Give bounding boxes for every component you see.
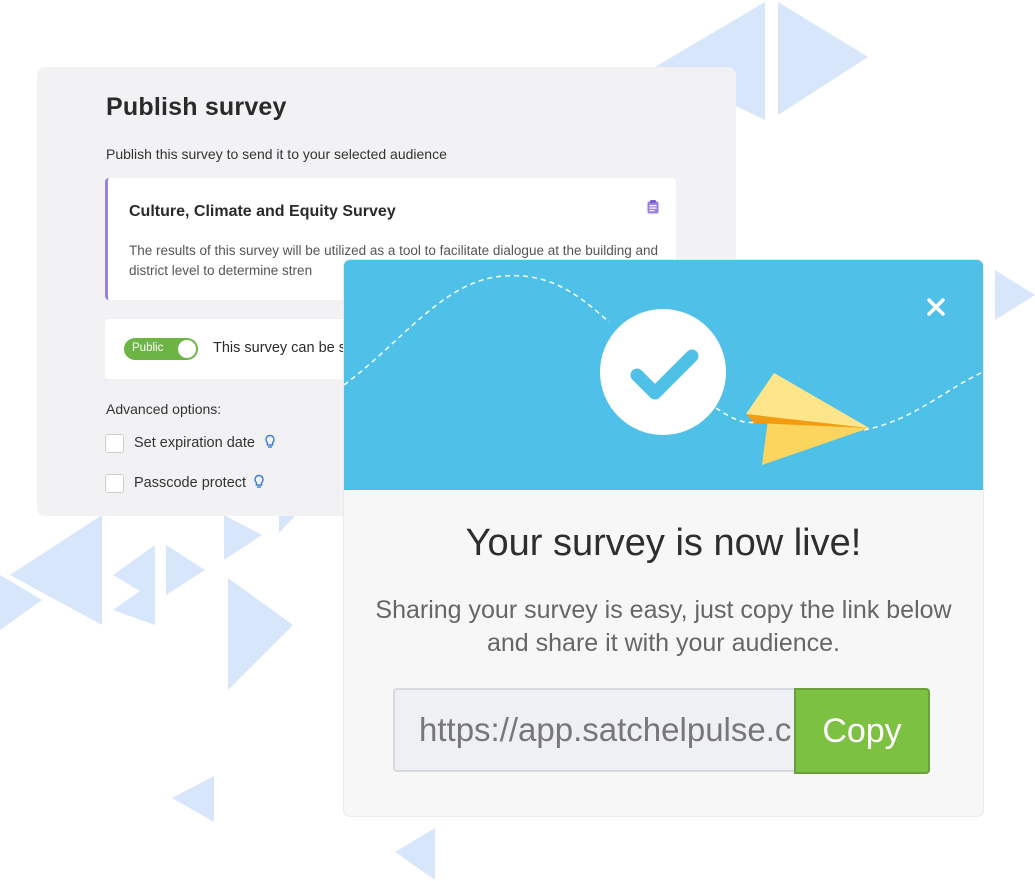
lightbulb-icon[interactable]	[264, 434, 276, 451]
advanced-options-label: Advanced options:	[106, 401, 222, 417]
success-banner	[344, 260, 983, 490]
copy-button[interactable]: Copy	[794, 688, 930, 774]
expiration-checkbox[interactable]	[105, 434, 124, 453]
check-icon	[600, 309, 726, 435]
toggle-label: Public	[132, 342, 164, 354]
toggle-knob	[178, 340, 196, 358]
survey-live-modal: Your survey is now live! Sharing your su…	[344, 260, 983, 816]
banner-illustration	[344, 274, 983, 465]
visibility-text: This survey can be sh	[213, 340, 355, 356]
modal-heading: Your survey is now live!	[465, 522, 862, 564]
expiration-label: Set expiration date	[134, 435, 255, 451]
survey-link-input[interactable]	[395, 690, 794, 770]
paper-plane-icon	[746, 373, 869, 465]
page-title: Publish survey	[106, 93, 287, 121]
lightbulb-icon[interactable]	[253, 474, 265, 491]
clipboard-icon[interactable]	[647, 200, 659, 214]
close-icon[interactable]	[924, 295, 948, 319]
public-toggle[interactable]: Public	[124, 338, 198, 360]
survey-name: Culture, Climate and Equity Survey	[129, 203, 396, 220]
survey-link-field[interactable]	[393, 688, 794, 772]
passcode-checkbox[interactable]	[105, 474, 124, 493]
publish-description: Publish this survey to send it to your s…	[106, 146, 447, 162]
passcode-label: Passcode protect	[134, 475, 247, 491]
modal-subtext: Sharing your survey is easy, just copy t…	[375, 596, 952, 657]
